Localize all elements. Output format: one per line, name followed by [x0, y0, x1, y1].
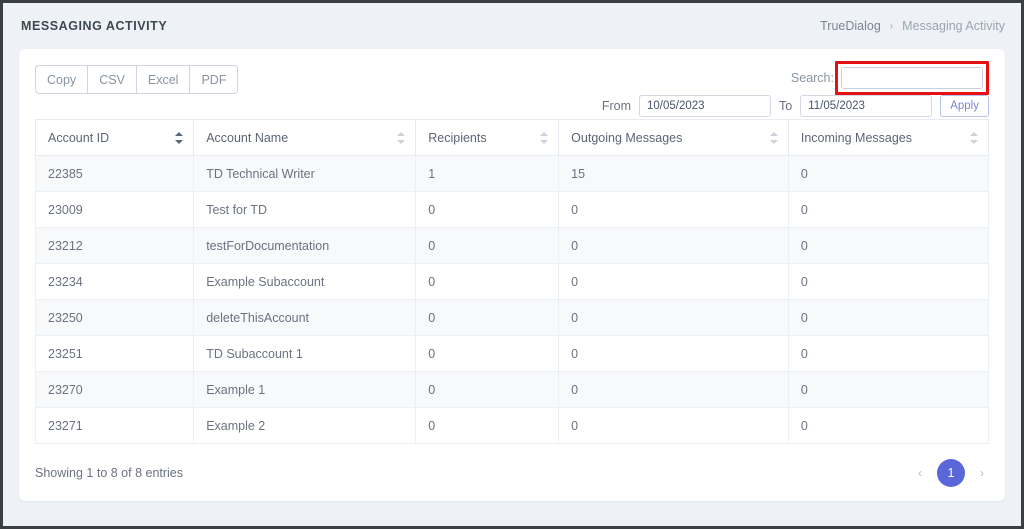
column-header-label: Incoming Messages [800, 130, 913, 145]
table-row: 23212 testForDocumentation 0 0 0 [34, 227, 990, 264]
table-body: 22385 TD Technical Writer 1 15 0 23009 Test fo… [34, 155, 990, 444]
chevron-right-icon: › [889, 20, 894, 32]
cell-account-name: Example Subaccount [193, 263, 417, 300]
apply-button[interactable]: Apply [940, 95, 989, 117]
cell-account-name: Test for TD [193, 191, 417, 228]
table-footer: Showing 1 to 8 of 8 entries ‹ 1 › [19, 444, 1005, 502]
table-row: 23251 TD Subaccount 1000 [34, 335, 990, 372]
from-label: From [601, 99, 632, 113]
search-input[interactable] [841, 67, 983, 89]
table-row: 23009 Test for TD 0 0 0 [34, 191, 990, 228]
cell-account-name: testForDocumentation [193, 227, 417, 264]
pagination-next-icon[interactable]: › [975, 466, 989, 480]
breadcrumb-current: Messaging Activity [902, 19, 1005, 33]
table-container: Account ID Account Name Recipients Outgo… [19, 119, 1005, 444]
cell-incoming-messages: 0 [787, 263, 990, 300]
cell-outgoing-messages: 0 [558, 407, 789, 444]
cell-outgoing-messages: 15 [558, 155, 789, 192]
cell-recipients: 0 [415, 227, 560, 264]
cell-recipients: 0 [415, 335, 560, 372]
cell-recipients: 0 [415, 407, 560, 444]
breadcrumb-root-link[interactable]: TrueDialog [820, 19, 881, 33]
cell-recipients: 0 [415, 299, 560, 336]
copy-button[interactable]: Copy [35, 65, 88, 94]
sort-icon[interactable] [175, 131, 184, 145]
table-toolbar: Copy CSV Excel PDF Search: From To Apply [19, 49, 1005, 119]
table-header-row: Account ID Account Name Recipients Outgo… [34, 119, 990, 156]
messaging-activity-card: Copy CSV Excel PDF Search: From To Apply [19, 49, 1005, 501]
pagination-prev-icon[interactable]: ‹ [913, 466, 927, 480]
table-row: 23234 Example Subaccount 0 0 0 [34, 263, 990, 300]
column-header-account-name[interactable]: Account Name [193, 119, 417, 156]
cell-account-id: 23250 [34, 299, 195, 336]
cell-account-id: 23270 [34, 371, 195, 408]
column-header-label: Account Name [206, 130, 289, 145]
column-header-label: Account ID [48, 130, 110, 145]
column-header-incoming-messages[interactable]: Incoming Messages [787, 119, 990, 156]
cell-outgoing-messages: 0 [558, 299, 789, 336]
from-date-input[interactable] [639, 95, 772, 117]
csv-button[interactable]: CSV [87, 65, 136, 94]
column-header-outgoing-messages[interactable]: Outgoing Messages [558, 119, 789, 156]
cell-incoming-messages: 0 [787, 155, 990, 192]
cell-outgoing-messages: 0 [558, 191, 789, 228]
sort-icon[interactable] [397, 131, 406, 145]
search-area: Search: [791, 61, 989, 95]
table-row: 23250 deleteThisAccount 0 0 0 [34, 299, 990, 336]
cell-recipients: 0 [415, 191, 560, 228]
cell-account-id: 22385 [34, 155, 195, 192]
cell-outgoing-messages: 0 [558, 335, 789, 372]
column-header-label: Recipients [428, 130, 487, 145]
cell-account-id: 23234 [34, 263, 195, 300]
to-date-input[interactable] [800, 95, 933, 117]
cell-account-name: Example 2 [193, 407, 417, 444]
messaging-activity-table: Account ID Account Name Recipients Outgo… [34, 119, 990, 444]
table-row: 23270 Example 1000 [34, 371, 990, 408]
cell-recipients: 0 [415, 263, 560, 300]
cell-account-name: TD Subaccount 1 [193, 335, 417, 372]
cell-outgoing-messages: 0 [558, 371, 789, 408]
cell-incoming-messages: 0 [787, 191, 990, 228]
sort-icon[interactable] [769, 131, 778, 145]
pagination: ‹ 1 › [913, 459, 989, 487]
table-row: 22385 TD Technical Writer 1 15 0 [34, 155, 990, 192]
table-header: Account ID Account Name Recipients Outgo… [34, 119, 990, 156]
column-header-label: Outgoing Messages [571, 130, 683, 145]
cell-incoming-messages: 0 [787, 371, 990, 408]
cell-incoming-messages: 0 [787, 335, 990, 372]
date-filter: From To Apply [602, 95, 989, 117]
page-title: MESSAGING ACTIVITY [21, 19, 168, 33]
entries-info: Showing 1 to 8 of 8 entries [35, 466, 184, 480]
cell-account-name: deleteThisAccount [193, 299, 417, 336]
cell-account-name: Example 1 [193, 371, 417, 408]
column-header-account-id[interactable]: Account ID [34, 119, 195, 156]
cell-incoming-messages: 0 [787, 407, 990, 444]
export-button-group: Copy CSV Excel PDF [35, 65, 239, 94]
column-header-recipients[interactable]: Recipients [415, 119, 560, 156]
sort-icon[interactable] [540, 131, 549, 145]
excel-button[interactable]: Excel [135, 65, 190, 94]
app-window: MESSAGING ACTIVITY TrueDialog › Messagin… [0, 0, 1024, 529]
cell-incoming-messages: 0 [787, 299, 990, 336]
pagination-page-1[interactable]: 1 [937, 459, 965, 487]
search-label: Search: [790, 71, 834, 85]
table-row: 23271 Example 2000 [34, 407, 990, 444]
breadcrumb: TrueDialog › Messaging Activity [820, 19, 1005, 33]
to-label: To [779, 99, 793, 113]
cell-outgoing-messages: 0 [558, 227, 789, 264]
page-header: MESSAGING ACTIVITY TrueDialog › Messagin… [3, 3, 1021, 49]
cell-recipients: 1 [415, 155, 560, 192]
search-highlight-annotation [835, 61, 989, 95]
sort-icon[interactable] [970, 131, 978, 145]
cell-account-id: 23251 [34, 335, 195, 372]
cell-outgoing-messages: 0 [558, 263, 789, 300]
cell-recipients: 0 [415, 371, 560, 408]
cell-account-id: 23212 [34, 227, 195, 264]
cell-account-id: 23271 [34, 407, 195, 444]
cell-account-name: TD Technical Writer [193, 155, 417, 192]
cell-account-id: 23009 [34, 191, 195, 228]
cell-incoming-messages: 0 [787, 227, 990, 264]
pdf-button[interactable]: PDF [189, 65, 239, 94]
